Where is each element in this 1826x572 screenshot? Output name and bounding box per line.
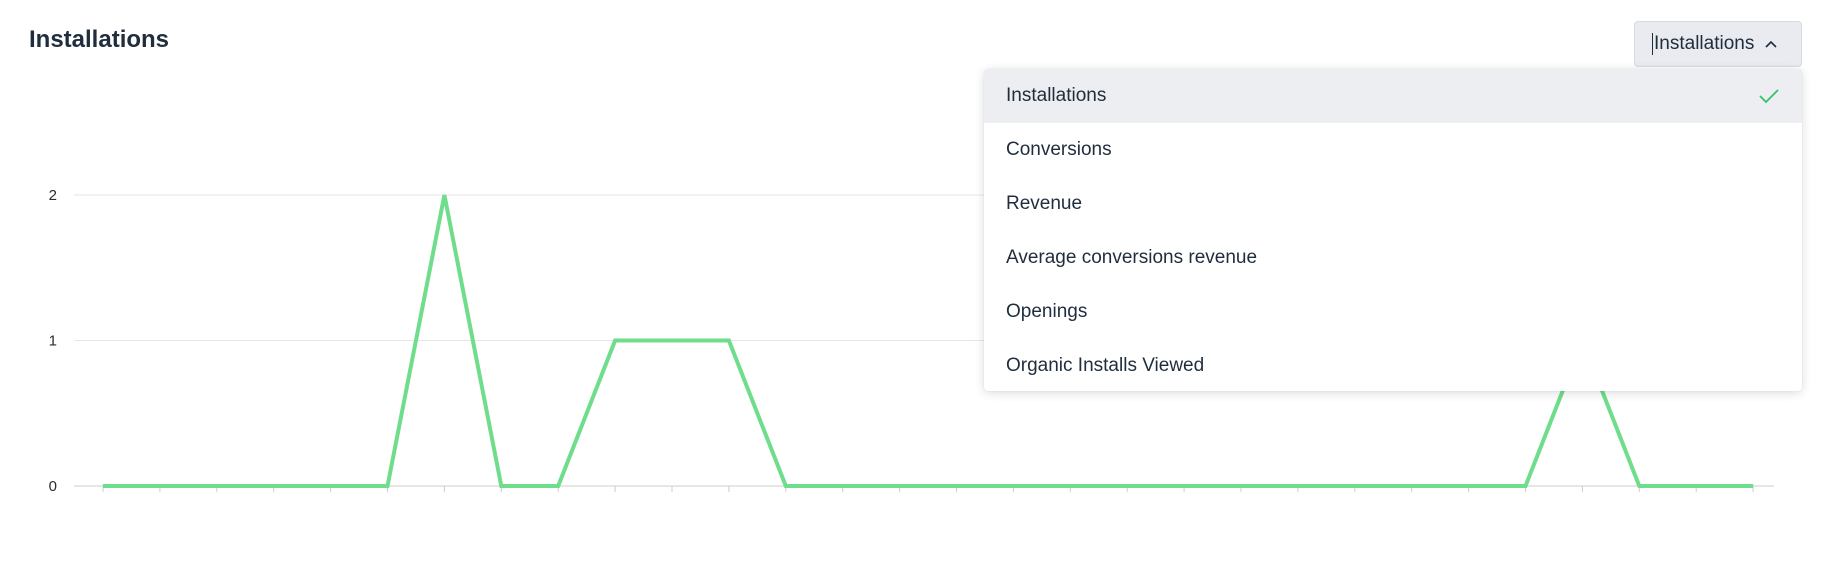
y-tick-label: 0 <box>49 478 57 495</box>
dropdown-option-label: Revenue <box>1006 193 1083 214</box>
y-tick-label: 2 <box>49 187 57 204</box>
dropdown-option-openings[interactable]: Openings <box>984 285 1802 339</box>
dropdown-option-installations[interactable]: Installations <box>984 69 1802 123</box>
metric-dropdown-menu: Installations Conversions Revenue Average c… <box>984 69 1802 391</box>
dropdown-option-average-conversions-revenue[interactable]: Average conversions revenue <box>984 231 1802 285</box>
dropdown-option-organic-installs-viewed[interactable]: Organic Installs Viewed <box>984 339 1802 391</box>
dropdown-option-label: Conversions <box>1006 139 1112 160</box>
dropdown-option-conversions[interactable]: Conversions <box>984 123 1802 177</box>
dropdown-option-label: Average conversions revenue <box>1006 247 1258 268</box>
y-tick-label: 1 <box>49 333 57 350</box>
check-icon <box>1758 88 1780 104</box>
dropdown-option-label: Organic Installs Viewed <box>1006 355 1205 376</box>
dropdown-option-label: Installations <box>1006 85 1107 106</box>
dropdown-option-revenue[interactable]: Revenue <box>984 177 1802 231</box>
dropdown-option-label: Openings <box>1006 301 1088 322</box>
